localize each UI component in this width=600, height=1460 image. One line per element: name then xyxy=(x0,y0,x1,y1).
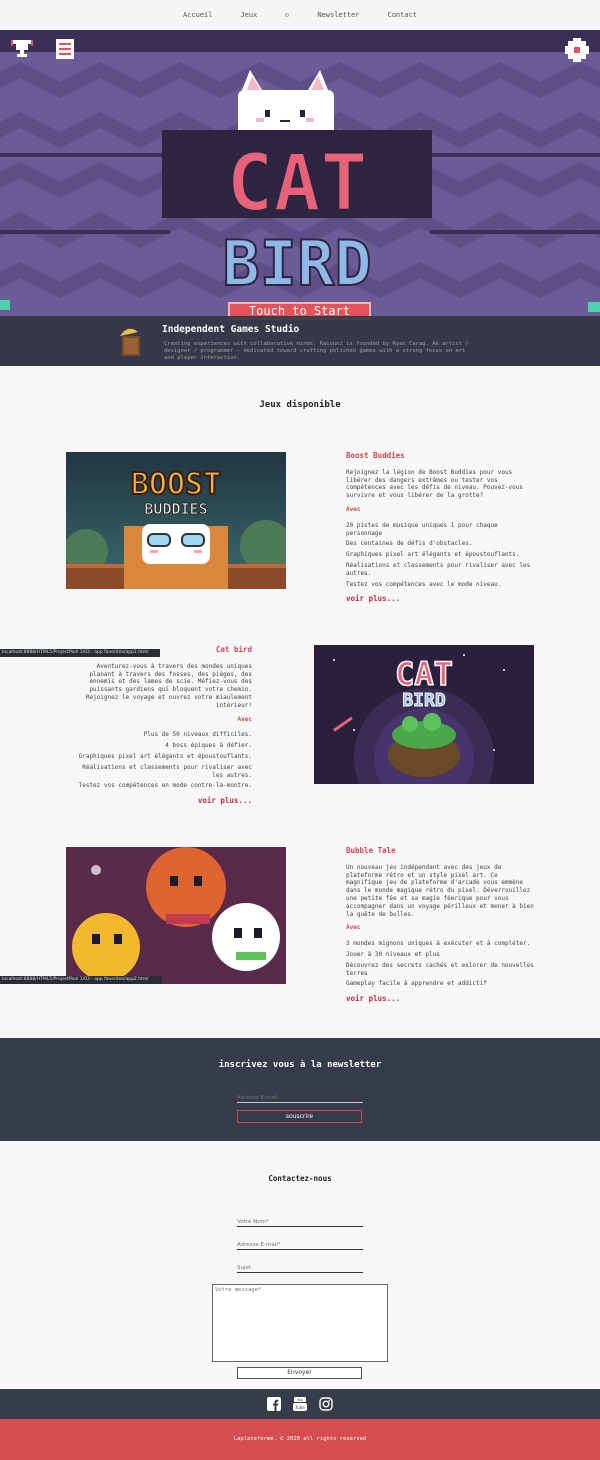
feature-item: 4 boss épiques à défier. xyxy=(165,742,252,750)
feature-item: Gameplay facile à apprendre et addictif xyxy=(346,980,487,988)
cat-bird-more-link[interactable]: voir plus... xyxy=(72,796,252,806)
book-umbrella-icon xyxy=(120,328,140,356)
contact-name-input[interactable] xyxy=(237,1217,363,1227)
contact-subject-input[interactable] xyxy=(237,1263,363,1273)
boost-buddies-card: Boost Buddies Rejoignez la légion de Boo… xyxy=(346,451,536,604)
boost-buddies-more-link[interactable]: voir plus... xyxy=(346,594,536,604)
bubble-tale-card: Bubble Tale Un nouveau jeu indépendant a… xyxy=(346,846,536,1004)
cat-bird-logo-line2: BIRD xyxy=(402,690,446,711)
settings-gear-icon[interactable] xyxy=(564,37,590,63)
feature-item: Découvrez des secrets cachés et exlorer … xyxy=(346,961,534,977)
hero-banner: CAT BIRD Touch to Start Independent Game… xyxy=(0,30,600,366)
feature-item: Plus de 50 niveaux difficiles. xyxy=(143,731,252,739)
studio-description: Creating experiences with collaborative … xyxy=(164,341,469,361)
contact-message-textarea[interactable] xyxy=(212,1284,388,1362)
bubble-tale-description: Un nouveau jeu indépendant avec des jeux… xyxy=(346,863,534,918)
boost-buddies-description: Rejoignez la légion de Boost Buddies pou… xyxy=(346,468,524,500)
instagram-icon[interactable] xyxy=(319,1397,333,1411)
nav-dot-icon xyxy=(285,13,290,17)
cat-bird-with-label: Avec xyxy=(237,715,252,723)
contact-send-button[interactable]: Envoyer xyxy=(237,1367,362,1379)
feature-item: 20 pistes de musique uniques 1 pour chaq… xyxy=(346,521,498,537)
browser-status-url-2: localhost:8888/HTML5/ProjectPool 1/03 - … xyxy=(0,976,162,984)
trophy-icon[interactable] xyxy=(10,37,34,61)
top-nav: Accueil Jeux Newsletter Contact xyxy=(0,0,600,30)
nav-contact[interactable]: Contact xyxy=(388,11,418,19)
games-section-title: Jeux disponible xyxy=(259,400,341,410)
bubble-tale-title: Bubble Tale xyxy=(346,846,396,855)
hero-logo: CAT BIRD xyxy=(162,130,432,310)
feature-item: Testez vos compétences en mode contre-la… xyxy=(78,782,252,790)
menu-list-icon[interactable] xyxy=(54,37,76,61)
newsletter-title: inscrivez vous à la newsletter xyxy=(218,1060,382,1070)
newsletter-subscribe-button[interactable]: souscrire xyxy=(237,1110,362,1123)
nav-accueil[interactable]: Accueil xyxy=(183,11,213,19)
boost-buddies-features: 20 pistes de musique uniques 1 pour chaq… xyxy=(346,522,536,589)
cat-bird-title: Cat bird xyxy=(215,645,252,654)
newsletter-email-input[interactable] xyxy=(237,1093,363,1103)
studio-banner: Independent Games Studio Creating experi… xyxy=(0,316,600,366)
feature-item: Graphiques pixel art élégants et épousto… xyxy=(78,752,252,760)
boost-buddies-title: Boost Buddies xyxy=(346,451,405,460)
boost-buddies-image[interactable]: BOOST BUDDIES xyxy=(66,446,286,589)
cat-character-illustration xyxy=(238,70,334,140)
feature-item: Testez vos compétences avec le mode nive… xyxy=(346,580,502,588)
bubble-tale-with-label: Avec xyxy=(346,924,361,932)
boost-buddies-with-label: Avec xyxy=(346,505,361,513)
cat-bird-image[interactable]: CAT BIRD xyxy=(314,640,534,784)
boost-buddies-logo-line1: BOOST xyxy=(131,467,221,502)
cat-bird-features: Plus de 50 niveaux difficiles. 4 boss ép… xyxy=(72,731,252,790)
bubble-tale-more-link[interactable]: voir plus... xyxy=(346,994,536,1004)
feature-item: Jouer à 30 niveaux et plus xyxy=(346,950,440,958)
copyright-bar: Laplateforme. © 2020 all rights reserved xyxy=(0,1419,600,1460)
svg-text:You: You xyxy=(297,1398,303,1402)
footer-social-bar: You Tube xyxy=(0,1389,600,1419)
hero-logo-line2: BIRD xyxy=(222,227,371,300)
feature-item: Réalisations et classements pour rivalis… xyxy=(82,763,252,779)
contact-email-input[interactable] xyxy=(237,1240,363,1250)
hero-logo-line1: CAT xyxy=(227,139,368,229)
cat-bird-card: Cat bird Aventurez-vous à travers des mo… xyxy=(72,645,252,806)
nav-newsletter[interactable]: Newsletter xyxy=(317,11,359,19)
feature-item: Graphiques pixel art élégants et épousto… xyxy=(346,551,520,559)
feature-item: Réalisations et classements pour rivalis… xyxy=(346,561,531,577)
youtube-icon[interactable]: You Tube xyxy=(293,1397,307,1411)
bubble-tale-image[interactable] xyxy=(66,842,286,984)
boost-buddies-logo-line2: BUDDIES xyxy=(144,500,207,518)
contact-title: Contactez-nous xyxy=(268,1174,332,1183)
feature-item: 3 mondes mignons uniques à exécuter et à… xyxy=(346,940,531,948)
bubble-tale-features: 3 mondes mignons uniques à exécuter et à… xyxy=(346,940,536,988)
facebook-icon[interactable] xyxy=(267,1397,281,1411)
cat-bird-logo-line1: CAT xyxy=(395,655,453,693)
nav-jeux[interactable]: Jeux xyxy=(240,11,257,19)
feature-item: Des centaines de défis d'obstacles. xyxy=(346,540,473,548)
cat-bird-description: Aventurez-vous à travers des mondes uniq… xyxy=(85,662,252,709)
svg-text:Tube: Tube xyxy=(294,1405,305,1410)
studio-title: Independent Games Studio xyxy=(162,324,300,335)
newsletter-section: inscrivez vous à la newsletter xyxy=(0,1038,600,1141)
